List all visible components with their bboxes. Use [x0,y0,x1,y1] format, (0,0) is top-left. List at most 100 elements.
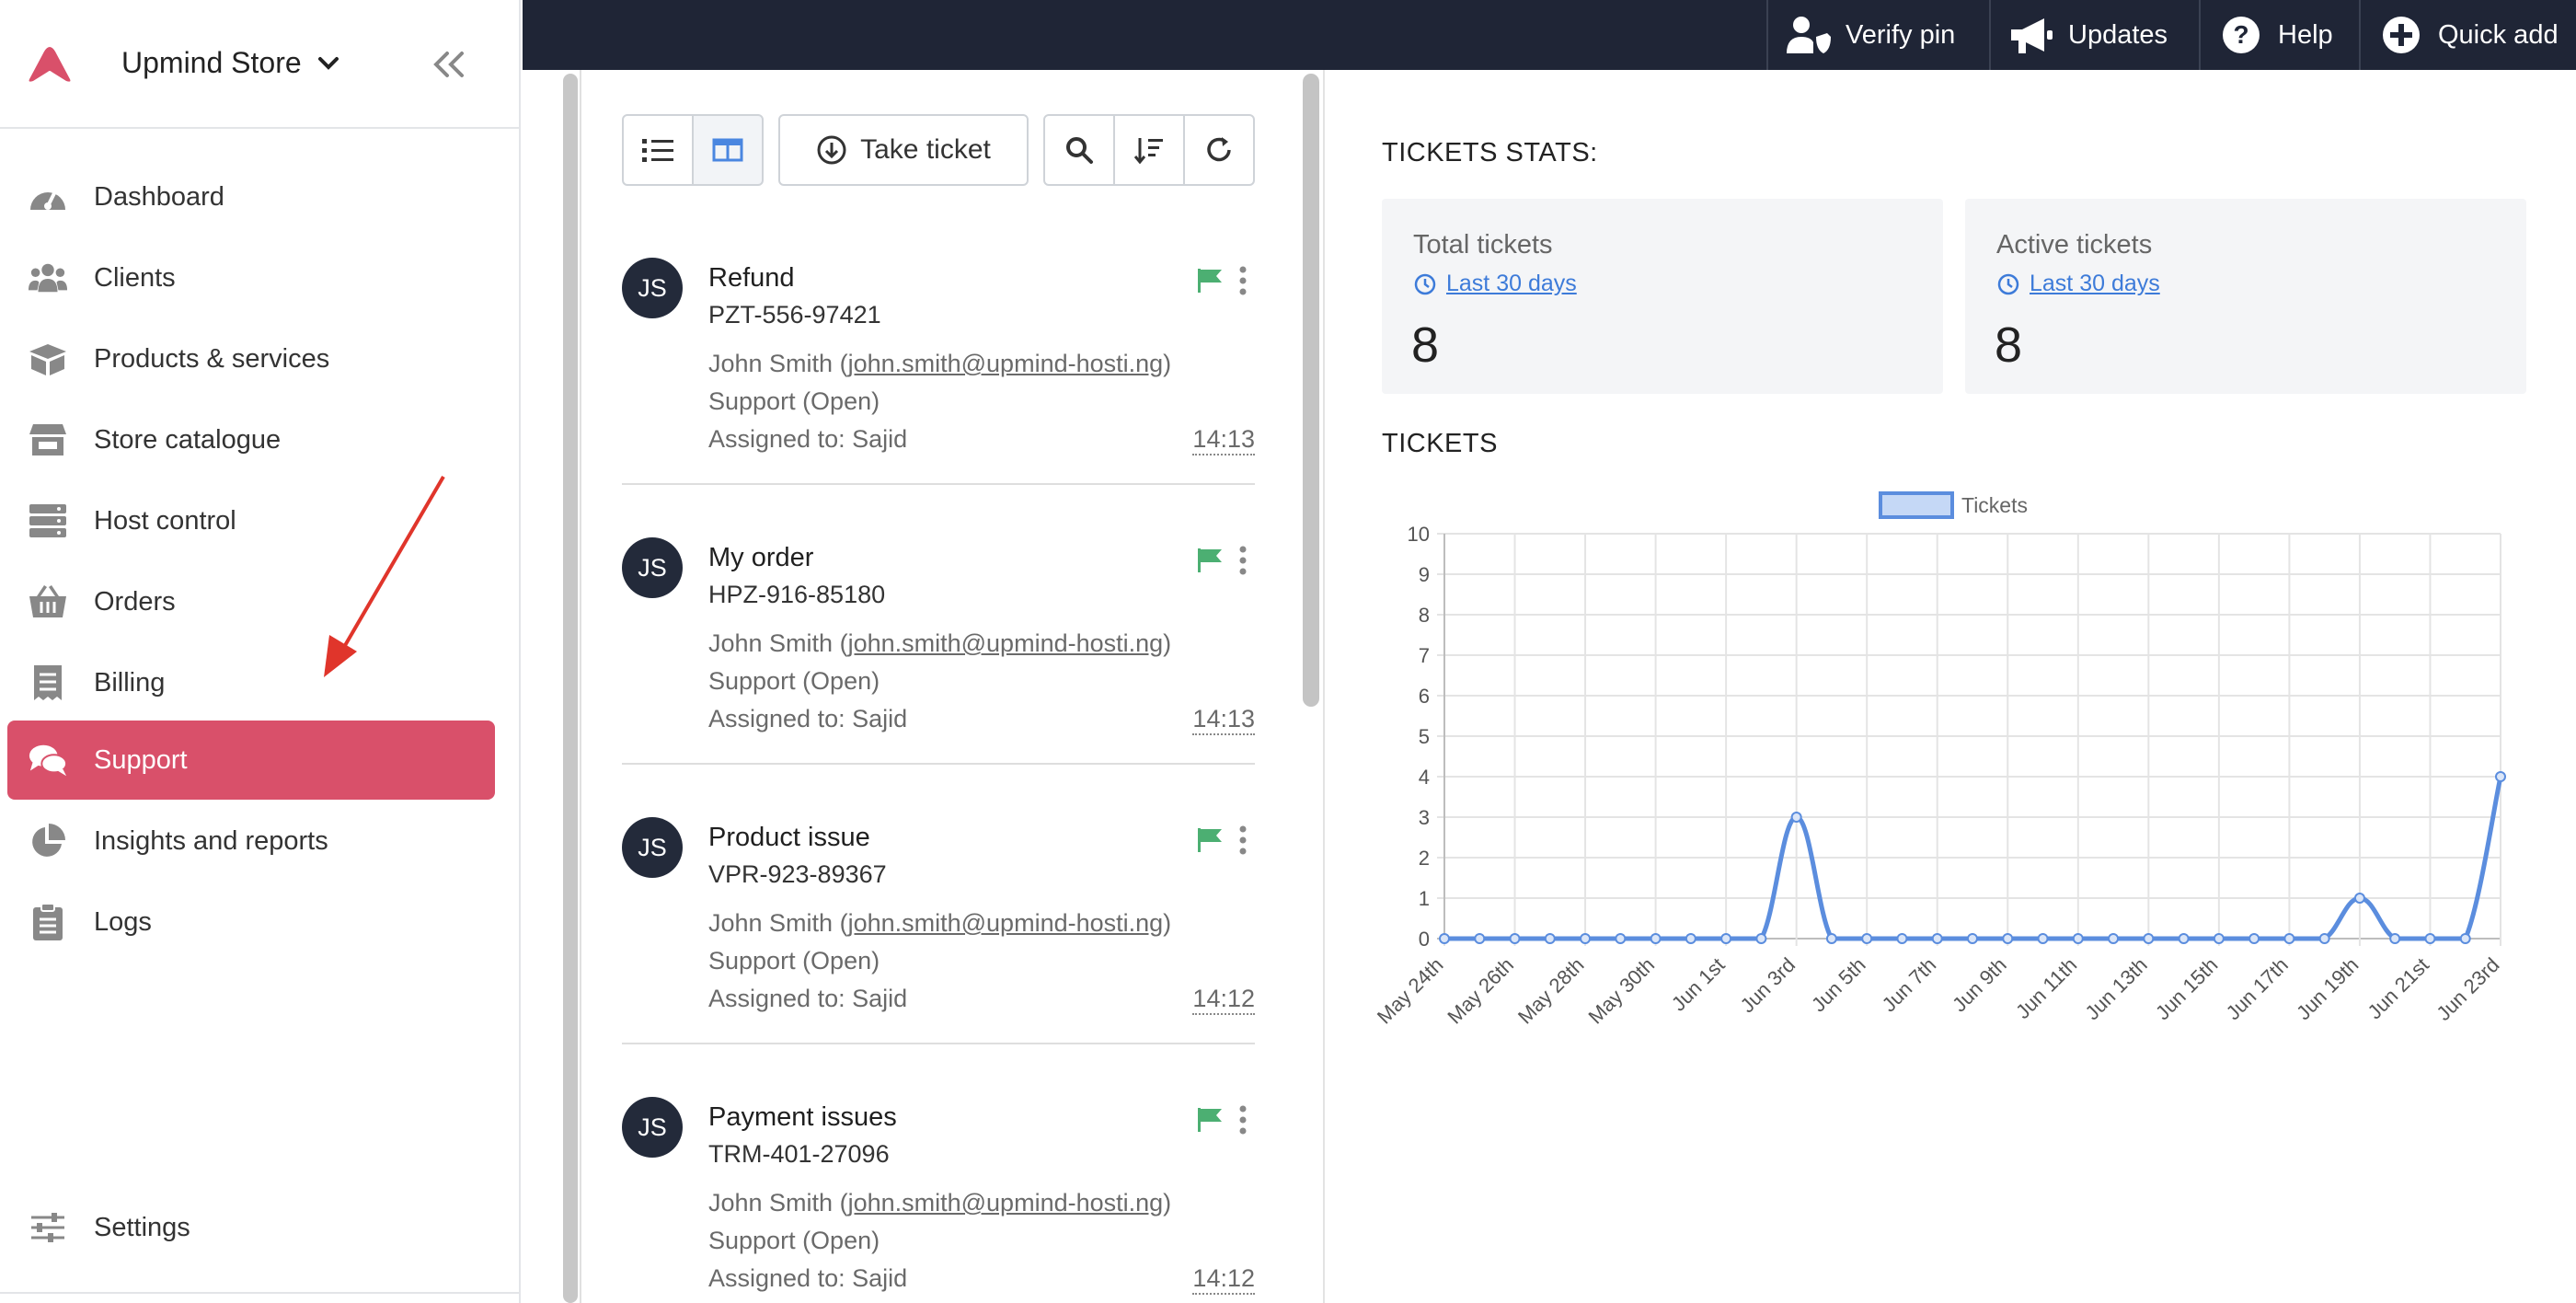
flag-icon[interactable] [1196,826,1224,854]
help-button[interactable]: ? Help [2199,0,2359,70]
data-point [2248,933,2260,944]
ticket-item[interactable]: JS Product issue VPR-923-89367 John Smith (… [622,790,1255,1066]
sidebar-item-settings[interactable]: Settings [7,1188,495,1267]
sidebar-item-label: Store catalogue [94,424,282,455]
data-point [2424,933,2436,944]
data-point [1825,933,1837,944]
flag-icon[interactable] [1196,267,1224,294]
ticket-title[interactable]: Payment issues [708,1102,897,1133]
sidebar-item-clients[interactable]: Clients [7,238,495,317]
x-tick-label: Jun 11th [2011,953,2081,1023]
verify-pin-button[interactable]: Verify pin [1766,0,1989,70]
top-bar: Verify pin Updates ? Help Quick add [523,0,2576,70]
x-tick-label: Jun 1st [1667,953,1730,1016]
upmind-logo-icon [29,47,71,82]
divider [622,763,1255,765]
stats-heading: TICKETS STATS: [1382,138,1598,167]
data-point [2389,933,2401,944]
ticket-item[interactable]: JS My order HPZ-916-85180 John Smith (john.… [622,510,1255,786]
sidebar-item-support[interactable]: Support [7,721,495,800]
ticket-requester: John Smith (john.smith@upmind-hosti.ng) [708,629,1172,657]
clipboard-icon [28,902,68,942]
data-point [1896,933,1908,944]
data-point [1615,933,1627,944]
x-tick-label: Jun 3rd [1736,953,1800,1018]
data-point [1474,933,1486,944]
x-tick-label: May 24th [1373,953,1448,1029]
user-shield-icon [1785,15,1833,55]
search-button[interactable] [1043,114,1115,186]
x-tick-label: Jun 21st [2363,953,2433,1023]
x-tick-label: May 28th [1513,953,1589,1029]
ticket-requester: John Smith (john.smith@upmind-hosti.ng) [708,350,1172,377]
stat-label: Active tickets [1996,230,2153,259]
help-label: Help [2278,19,2333,50]
y-tick-label: 10 [1408,523,1430,546]
scrollbar[interactable] [1303,74,1319,707]
data-point [1439,933,1450,944]
ticket-item[interactable]: JS Payment issues TRM-401-27096 John Smith … [622,1069,1255,1303]
sidebar-item-insights-and-reports[interactable]: Insights and reports [7,801,495,881]
stat-card-active: Active tickets Last 30 days 8 [1965,199,2526,394]
x-tick-label: May 26th [1443,953,1518,1029]
flag-icon[interactable] [1196,547,1224,574]
requester-email-link[interactable]: john.smith@upmind-hosti.ng [848,1189,1164,1217]
more-vertical-icon[interactable] [1236,545,1249,576]
data-point [2002,933,2014,944]
data-point [2178,933,2190,944]
more-vertical-icon[interactable] [1236,265,1249,296]
refresh-button[interactable] [1183,114,1255,186]
collapse-sidebar-icon[interactable] [431,50,467,79]
sidebar-item-label: Host control [94,505,236,536]
take-ticket-button[interactable]: Take ticket [778,114,1029,186]
period-link[interactable]: Last 30 days [1413,271,1577,297]
ticket-status: Support (Open) [708,387,880,415]
ticket-item[interactable]: JS Refund PZT-556-97421 John Smith (john.sm… [622,230,1255,506]
split-view-button[interactable] [692,114,764,186]
avatar: JS [622,537,683,598]
sidebar-item-label: Products & services [94,343,330,374]
requester-email-link[interactable]: john.smith@upmind-hosti.ng [848,350,1164,377]
chart-legend[interactable]: Tickets [1879,491,2028,519]
basket-icon [28,582,68,622]
annotation-arrow-icon [324,475,445,677]
data-point [1685,933,1696,944]
scrollbar[interactable] [563,74,578,1303]
data-point [2213,933,2225,944]
sidebar-item-products-and-services[interactable]: Products & services [7,319,495,398]
list-view-button[interactable] [622,114,694,186]
requester-email-link[interactable]: john.smith@upmind-hosti.ng [848,909,1164,937]
sidebar-item-label: Billing [94,667,166,698]
flag-icon[interactable] [1196,1106,1224,1134]
avatar: JS [622,1097,683,1158]
period-link[interactable]: Last 30 days [1996,271,2160,297]
divider [622,1043,1255,1044]
sort-button[interactable] [1113,114,1185,186]
verify-pin-label: Verify pin [1846,19,1956,50]
columns-icon [712,138,743,162]
ticket-assignee: Assigned to: Sajid [708,985,908,1012]
ticket-title[interactable]: Refund [708,263,795,294]
take-ticket-label: Take ticket [860,134,991,165]
data-point [1931,933,1943,944]
chevron-down-icon[interactable] [316,52,340,75]
updates-button[interactable]: Updates [1989,0,2199,70]
data-point [1755,933,1767,944]
requester-email-link[interactable]: john.smith@upmind-hosti.ng [848,629,1164,657]
ticket-status: Support (Open) [708,947,880,974]
ticket-time: 14:13 [1192,705,1255,735]
ticket-status: Support (Open) [708,1227,880,1254]
sort-icon [1133,138,1163,165]
question-circle-icon: ? [2217,15,2265,55]
sidebar-item-logs[interactable]: Logs [7,882,495,962]
ticket-code: HPZ-916-85180 [708,581,886,608]
store-name[interactable]: Upmind Store [121,46,302,80]
ticket-title[interactable]: Product issue [708,823,870,853]
y-tick-label: 4 [1419,766,1430,789]
list-icon [642,139,673,162]
more-vertical-icon[interactable] [1236,1104,1249,1136]
more-vertical-icon[interactable] [1236,824,1249,856]
sidebar-item-dashboard[interactable]: Dashboard [7,157,495,236]
quick-add-button[interactable]: Quick add [2359,0,2576,70]
ticket-title[interactable]: My order [708,543,813,573]
